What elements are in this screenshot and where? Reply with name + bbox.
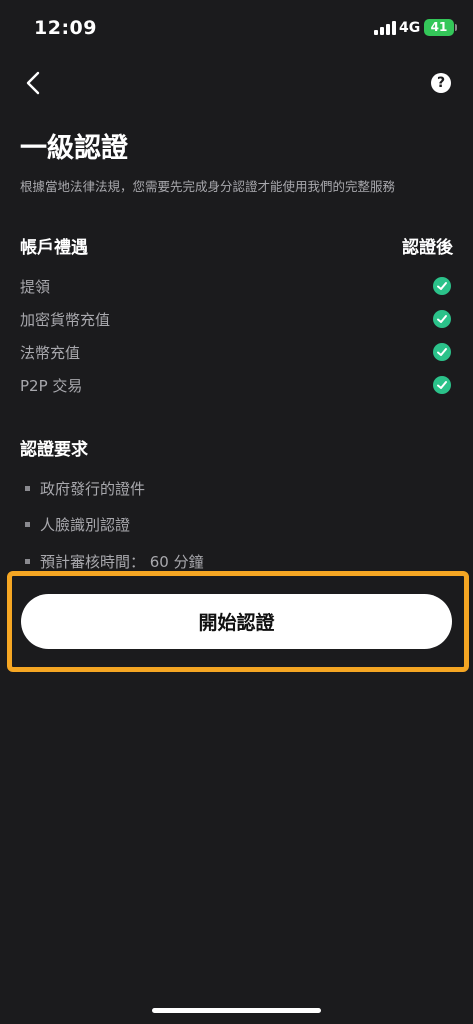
help-button[interactable]: ? <box>431 73 451 93</box>
battery-level: 41 <box>430 20 448 34</box>
network-type: 4G <box>399 20 421 36</box>
chevron-left-icon <box>26 71 40 95</box>
benefits-title: 帳戶禮遇 <box>20 238 88 258</box>
verification-screen: 12:09 4G 41 ? 一級認證 根據當地法律法規，您需要先完成身分認證才能… <box>0 0 473 1024</box>
page-title: 一級認證 <box>20 133 128 164</box>
battery-icon: 41 <box>424 19 454 36</box>
benefit-row: 加密貨幣充值 <box>20 307 453 331</box>
requirement-label: 政府發行的證件 <box>40 480 146 498</box>
bullet-icon <box>25 559 30 564</box>
start-verification-button[interactable]: 開始認證 <box>21 594 452 649</box>
requirement-label: 人臉識別認證 <box>40 516 131 534</box>
page-subtitle: 根據當地法律法規，您需要先完成身分認證才能使用我們的完整服務 <box>20 179 396 194</box>
battery-tip <box>455 24 457 31</box>
after-verification-header: 認證後 <box>402 238 453 258</box>
benefit-row: 法幣充值 <box>20 340 453 364</box>
status-time: 12:09 <box>34 17 97 39</box>
signal-icon <box>374 21 396 35</box>
requirement-label: 預計審核時間： 60 分鐘 <box>40 553 204 571</box>
check-icon <box>433 310 451 328</box>
bullet-icon <box>25 486 30 491</box>
bullet-icon <box>25 522 30 527</box>
benefit-label: 法幣充值 <box>20 344 81 362</box>
benefit-label: 加密貨幣充值 <box>20 311 111 329</box>
check-icon <box>433 277 451 295</box>
home-indicator[interactable] <box>152 1008 321 1013</box>
status-bar: 12:09 4G 41 <box>0 0 473 56</box>
back-button[interactable] <box>20 66 50 100</box>
benefit-label: P2P 交易 <box>20 377 83 395</box>
requirements-title: 認證要求 <box>20 440 88 460</box>
benefit-row: P2P 交易 <box>20 373 453 397</box>
benefit-row: 提領 <box>20 274 453 298</box>
question-circle-icon: ? <box>436 75 446 91</box>
benefit-label: 提領 <box>20 278 51 296</box>
check-icon <box>433 343 451 361</box>
check-icon <box>433 376 451 394</box>
